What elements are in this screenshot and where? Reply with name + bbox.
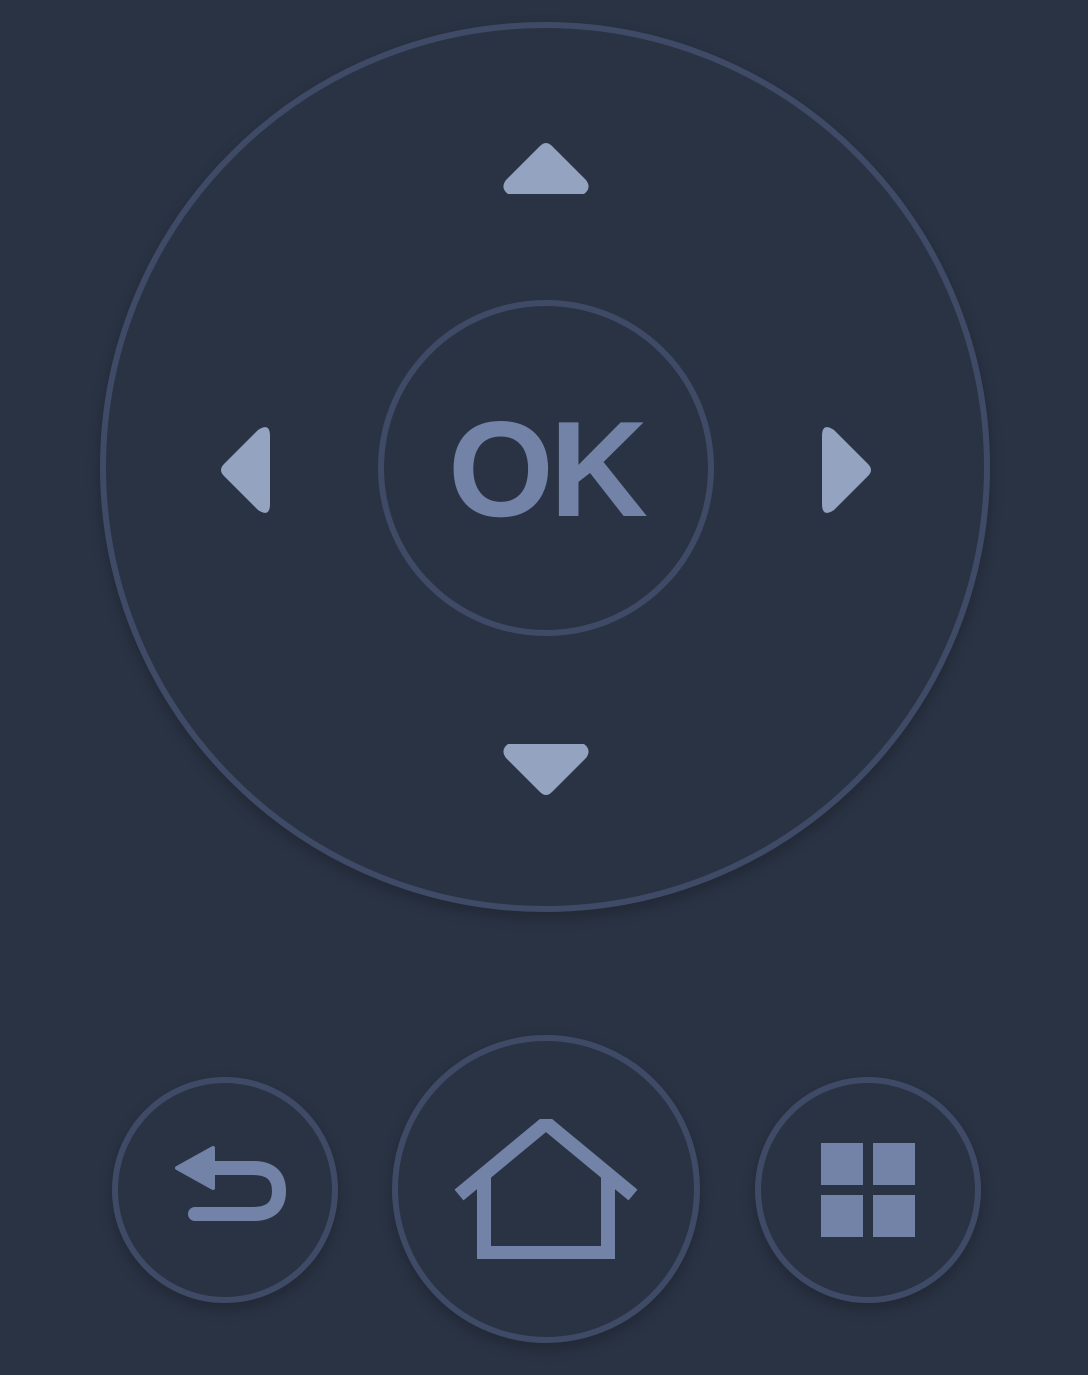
- arrow-up-icon: [503, 143, 589, 194]
- apps-button[interactable]: [755, 1077, 981, 1303]
- dpad-right-button[interactable]: [814, 420, 880, 520]
- ok-button[interactable]: OK: [378, 300, 714, 636]
- arrow-down-icon: [503, 744, 589, 795]
- home-icon: [454, 1119, 638, 1259]
- back-button[interactable]: [112, 1077, 338, 1303]
- dpad-up-button[interactable]: [494, 136, 598, 202]
- arrow-left-icon: [221, 427, 270, 513]
- dpad-down-button[interactable]: [494, 736, 598, 802]
- arrow-right-icon: [822, 427, 871, 513]
- home-button[interactable]: [392, 1035, 700, 1343]
- remote-control: OK: [0, 0, 1088, 1375]
- back-icon: [175, 1146, 286, 1221]
- apps-grid-icon: [821, 1143, 915, 1237]
- dpad-left-button[interactable]: [212, 420, 278, 520]
- ok-label: OK: [448, 393, 648, 545]
